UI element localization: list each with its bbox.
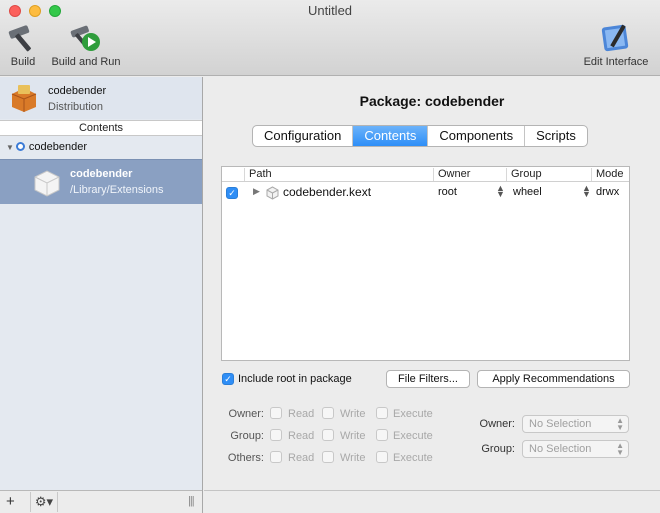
build-button[interactable]: Build bbox=[6, 22, 40, 68]
owner-read-label: Read bbox=[288, 408, 315, 420]
group-execute-label: Execute bbox=[393, 430, 433, 442]
others-write-checkbox[interactable] bbox=[322, 451, 334, 463]
table-header: Path Owner Group Mode bbox=[222, 167, 629, 182]
build-run-icon bbox=[70, 25, 100, 51]
owner-stepper-icon[interactable]: ▲ ▼ bbox=[496, 184, 505, 199]
contents-table: Path Owner Group Mode ✓ ▶ codebender.kex… bbox=[221, 166, 630, 361]
perm-others-label: Others: bbox=[227, 452, 264, 464]
selected-package-item[interactable]: codebender /Library/Extensions bbox=[0, 159, 202, 204]
owner-write-checkbox[interactable] bbox=[322, 407, 334, 419]
others-read-label: Read bbox=[288, 452, 315, 464]
owner-execute-checkbox[interactable] bbox=[376, 407, 388, 419]
window-titlebar: Untitled Build Build and Run Edit Interf… bbox=[0, 0, 660, 76]
gear-menu-button[interactable]: ⚙▾ bbox=[30, 492, 58, 512]
window-title: Untitled bbox=[307, 3, 353, 18]
group-write-label: Write bbox=[340, 430, 366, 442]
column-mode-header[interactable]: Mode bbox=[591, 168, 629, 181]
row-path: codebender.kext bbox=[283, 185, 372, 199]
row-include-checkbox[interactable]: ✓ bbox=[226, 187, 238, 199]
group-write-checkbox[interactable] bbox=[322, 429, 334, 441]
group-select-value: No Selection bbox=[529, 443, 592, 455]
selected-package-path: /Library/Extensions bbox=[70, 184, 164, 196]
row-mode: drwx bbox=[596, 186, 620, 198]
distribution-package-icon bbox=[11, 85, 37, 112]
edit-interface-button[interactable]: Edit Interface bbox=[578, 22, 654, 68]
edit-interface-label: Edit Interface bbox=[583, 56, 649, 68]
group-select[interactable]: No Selection ▲ ▼ bbox=[522, 440, 629, 458]
add-button[interactable]: + bbox=[6, 493, 15, 510]
build-and-run-button[interactable]: Build and Run bbox=[46, 22, 126, 68]
perm-owner-label: Owner: bbox=[228, 408, 264, 420]
hammer-icon bbox=[8, 25, 31, 52]
tab-contents[interactable]: Contents bbox=[353, 126, 429, 146]
owner-execute-label: Execute bbox=[393, 408, 433, 420]
others-execute-label: Execute bbox=[393, 452, 433, 464]
tab-bar: Configuration Contents Components Script… bbox=[252, 125, 588, 147]
distribution-item[interactable]: codebender Distribution bbox=[0, 77, 202, 119]
disclosure-triangle-icon[interactable]: ▼ bbox=[6, 143, 14, 152]
column-path-header[interactable]: Path bbox=[244, 168, 434, 181]
main-panel: Package: codebender Configuration Conten… bbox=[204, 77, 660, 513]
others-execute-checkbox[interactable] bbox=[376, 451, 388, 463]
build-label: Build bbox=[10, 56, 36, 68]
table-row[interactable]: ✓ ▶ codebender.kext root ▲ ▼ wheel ▲ ▼ drw… bbox=[222, 183, 629, 202]
owner-select-label: Owner: bbox=[479, 418, 515, 430]
tree-root-item[interactable]: ▼ codebender bbox=[6, 141, 87, 153]
file-filters-button[interactable]: File Filters... bbox=[386, 370, 470, 388]
sidebar-footer: + ⚙▾ ||| bbox=[0, 490, 202, 513]
owner-select[interactable]: No Selection ▲ ▼ bbox=[522, 415, 629, 433]
group-execute-checkbox[interactable] bbox=[376, 429, 388, 441]
group-read-checkbox[interactable] bbox=[270, 429, 282, 441]
edit-interface-icon bbox=[601, 24, 629, 52]
distribution-name: codebender bbox=[48, 85, 107, 97]
build-and-run-label: Build and Run bbox=[51, 56, 121, 68]
contents-header: Contents bbox=[0, 120, 202, 136]
column-group-header[interactable]: Group bbox=[506, 168, 592, 181]
others-write-label: Write bbox=[340, 452, 366, 464]
selected-package-name: codebender bbox=[70, 168, 133, 180]
select-arrows-icon: ▲ ▼ bbox=[616, 416, 624, 432]
include-root-checkbox[interactable]: ✓ bbox=[222, 373, 234, 385]
package-icon bbox=[34, 170, 60, 197]
package-title: Package: codebender bbox=[359, 93, 505, 109]
row-owner[interactable]: root bbox=[438, 186, 457, 198]
group-stepper-icon[interactable]: ▲ ▼ bbox=[582, 184, 591, 199]
owner-write-label: Write bbox=[340, 408, 366, 420]
owner-select-value: No Selection bbox=[529, 418, 592, 430]
tab-scripts[interactable]: Scripts bbox=[525, 126, 587, 146]
apply-recommendations-button[interactable]: Apply Recommendations bbox=[477, 370, 630, 388]
sidebar: codebender Distribution Contents ▼ codebe… bbox=[0, 77, 203, 513]
group-select-label: Group: bbox=[481, 443, 515, 455]
perm-group-label: Group: bbox=[230, 430, 264, 442]
others-read-checkbox[interactable] bbox=[270, 451, 282, 463]
main-footer-bar bbox=[204, 490, 660, 513]
tree-root-label: codebender bbox=[28, 141, 88, 153]
select-arrows-icon: ▲ ▼ bbox=[616, 441, 624, 457]
group-read-label: Read bbox=[288, 430, 315, 442]
tab-components[interactable]: Components bbox=[428, 126, 526, 146]
row-disclosure-icon[interactable]: ▶ bbox=[253, 186, 260, 197]
owner-read-checkbox[interactable] bbox=[270, 407, 282, 419]
include-root-label[interactable]: Include root in package bbox=[238, 373, 352, 385]
distribution-kind: Distribution bbox=[48, 101, 104, 113]
row-group[interactable]: wheel bbox=[513, 186, 542, 198]
column-owner-header[interactable]: Owner bbox=[433, 168, 507, 181]
kext-icon bbox=[266, 186, 279, 200]
resize-grip-icon[interactable]: ||| bbox=[188, 495, 195, 507]
tab-configuration[interactable]: Configuration bbox=[253, 126, 354, 146]
radio-dot-icon bbox=[15, 142, 25, 151]
